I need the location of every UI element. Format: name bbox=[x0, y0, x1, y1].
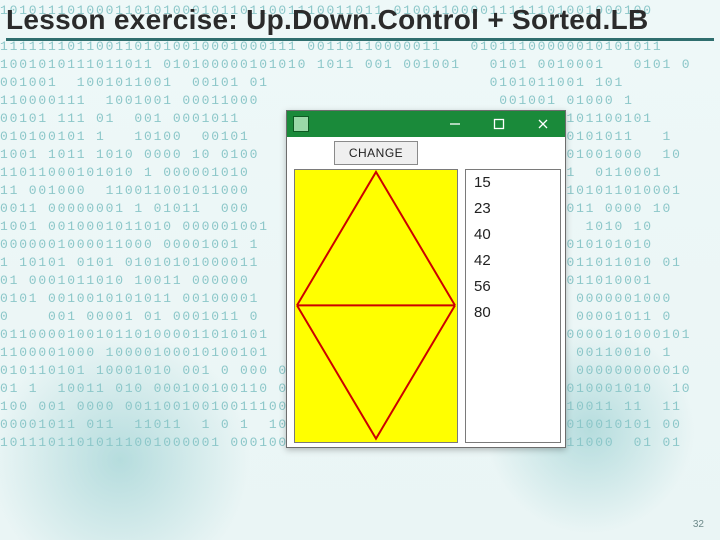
list-item[interactable]: 56 bbox=[466, 274, 560, 300]
list-item[interactable]: 23 bbox=[466, 196, 560, 222]
updown-control[interactable] bbox=[294, 169, 458, 443]
change-button[interactable]: CHANGE bbox=[334, 141, 418, 165]
maximize-button[interactable] bbox=[477, 111, 521, 137]
list-item[interactable]: 40 bbox=[466, 222, 560, 248]
slide-title-wrap: Lesson exercise: Up.Down.Control + Sorte… bbox=[0, 0, 720, 41]
list-item[interactable]: 42 bbox=[466, 248, 560, 274]
list-item[interactable]: 80 bbox=[466, 300, 560, 326]
window-icon bbox=[287, 111, 315, 137]
close-button[interactable] bbox=[521, 111, 565, 137]
app-window: CHANGE 152340425680 bbox=[286, 110, 566, 448]
page-number: 32 bbox=[693, 519, 704, 530]
window-titlebar[interactable] bbox=[287, 111, 565, 137]
sorted-listbox[interactable]: 152340425680 bbox=[465, 169, 561, 443]
slide-title: Lesson exercise: Up.Down.Control + Sorte… bbox=[6, 4, 714, 41]
list-item[interactable]: 15 bbox=[466, 170, 560, 196]
minimize-button[interactable] bbox=[433, 111, 477, 137]
client-area: CHANGE 152340425680 bbox=[287, 137, 565, 447]
updown-arrows-icon bbox=[295, 170, 457, 441]
